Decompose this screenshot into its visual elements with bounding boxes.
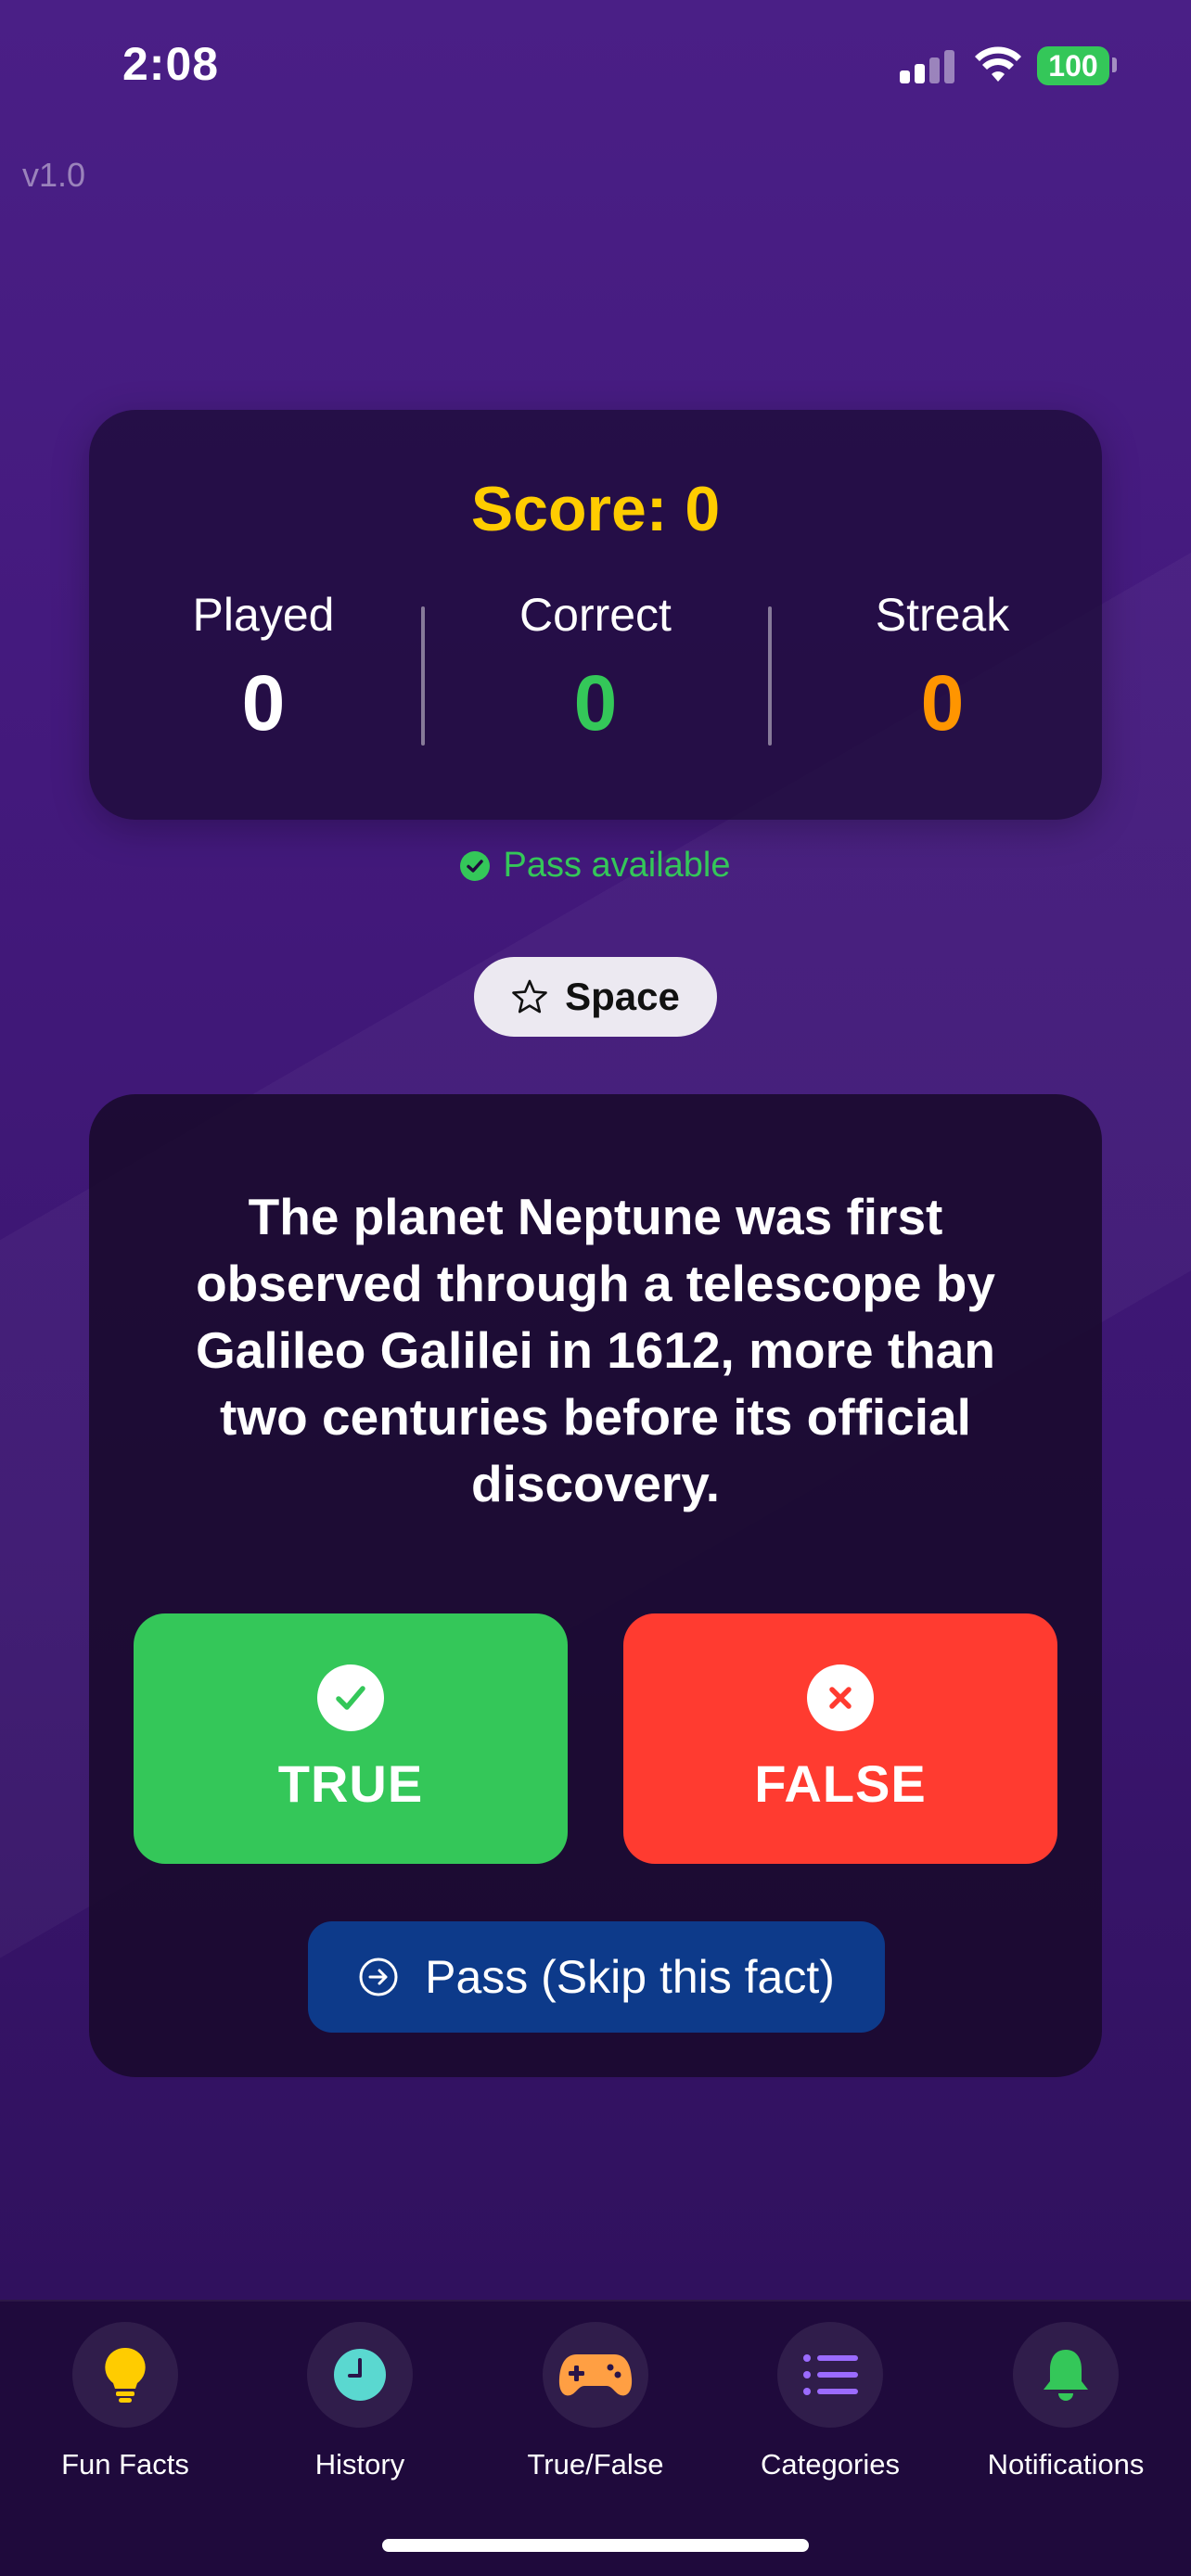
stat-label: Streak	[875, 589, 1010, 641]
pass-available-label: Pass available	[503, 846, 731, 885]
tab-label: Fun Facts	[61, 2448, 189, 2480]
stat-streak: Streak 0	[794, 588, 1091, 748]
true-label: TRUE	[277, 1753, 424, 1813]
status-bar: 2:08 100	[0, 0, 1191, 139]
bell-icon	[1044, 2350, 1088, 2401]
stat-correct: Correct 0	[447, 588, 744, 748]
status-time: 2:08	[122, 38, 220, 90]
true-button[interactable]: TRUE	[134, 1613, 568, 1864]
clock-icon	[334, 2349, 386, 2401]
pass-skip-button[interactable]: Pass (Skip this fact)	[308, 1921, 885, 2033]
checkmark-icon	[317, 1664, 384, 1731]
tab-notifications[interactable]: Notifications	[959, 2322, 1172, 2481]
tab-label: Notifications	[987, 2448, 1145, 2480]
version-label: v1.0	[22, 156, 86, 194]
tab-label: History	[314, 2448, 405, 2480]
question-card: The planet Neptune was first observed th…	[89, 1094, 1102, 2077]
tab-fun-facts[interactable]: Fun Facts	[19, 2322, 232, 2481]
false-label: FALSE	[754, 1753, 927, 1813]
tab-bar: Fun Facts History True/False Categories …	[0, 2300, 1191, 2576]
score-card: Score: 0 Played 0 Correct 0 Streak 0	[89, 410, 1102, 820]
checkmark-circle-icon	[460, 851, 491, 881]
wifi-icon	[975, 46, 1021, 82]
tab-label: True/False	[527, 2448, 664, 2480]
stat-divider	[421, 606, 425, 746]
lightbulb-icon	[105, 2347, 146, 2403]
tab-label: Categories	[761, 2448, 900, 2480]
stat-label: Played	[192, 589, 335, 641]
tab-history[interactable]: History	[253, 2322, 467, 2481]
pass-available-status: Pass available	[0, 846, 1191, 886]
stat-played: Played 0	[115, 588, 412, 748]
star-icon	[512, 979, 547, 1014]
xmark-icon	[807, 1664, 874, 1731]
battery-icon: 100	[1037, 46, 1109, 85]
arrow-right-circle-icon	[359, 1958, 398, 1996]
gamecontroller-icon	[558, 2354, 633, 2396]
false-button[interactable]: FALSE	[623, 1613, 1057, 1864]
stat-value: 0	[241, 659, 286, 746]
battery-nub	[1112, 57, 1117, 72]
cellular-signal-icon	[900, 50, 955, 83]
stat-value: 0	[920, 659, 965, 746]
question-text: The planet Neptune was first observed th…	[196, 1188, 995, 1512]
tab-true-false[interactable]: True/False	[489, 2322, 702, 2481]
stat-value: 0	[573, 659, 618, 746]
score-title: Score: 0	[470, 474, 721, 544]
category-label: Space	[565, 975, 680, 1018]
tab-categories[interactable]: Categories	[724, 2322, 937, 2481]
stat-label: Correct	[519, 589, 672, 641]
home-indicator	[382, 2539, 809, 2552]
stat-divider	[768, 606, 772, 746]
pass-button-label: Pass (Skip this fact)	[425, 1951, 835, 2003]
list-icon	[803, 2354, 858, 2395]
category-pill[interactable]: Space	[474, 957, 717, 1037]
